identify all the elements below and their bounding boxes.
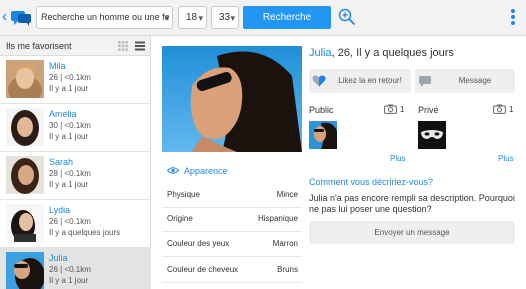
favorite-name: Lydia (49, 205, 71, 215)
profile-name[interactable]: Julia (309, 47, 332, 59)
private-album-label: Privé (418, 105, 439, 115)
overflow-menu-icon[interactable] (510, 9, 516, 27)
private-photo-count: 1 (509, 105, 514, 114)
grid-view-icon[interactable] (118, 41, 128, 51)
search-button[interactable]: Recherche (243, 6, 331, 29)
list-item[interactable]: Amelia 30 | <0.1km Il y a 1 jour (0, 104, 151, 152)
favorite-activity: Il y a 1 jour (49, 84, 89, 93)
attribute-value: Marron (272, 239, 298, 248)
age-min-select[interactable]: 18 ▾ (178, 6, 207, 29)
favorites-header: Ils me favorisent (0, 36, 150, 56)
list-view-icon[interactable] (135, 41, 145, 51)
favorite-details: 28 | <0.1km (49, 169, 91, 178)
camera-icon (493, 104, 506, 114)
attribute-row: Physique Mince (162, 184, 302, 208)
like-back-button[interactable]: Likez la en retour! (309, 69, 411, 93)
more-public-link[interactable]: Plus (390, 154, 406, 163)
attribute-key: Physique (167, 190, 200, 199)
avatar (6, 108, 44, 146)
chevron-down-icon: ▾ (230, 13, 235, 23)
like-back-label: Likez la en retour! (338, 76, 402, 85)
send-message-button[interactable]: Envoyer un message (309, 221, 515, 244)
public-photo-thumbnail[interactable] (309, 121, 337, 149)
list-item-selected[interactable]: Julia 26 | <0.1km Il y a 1 jour (0, 248, 151, 289)
avatar (6, 252, 44, 289)
camera-icon (384, 104, 397, 114)
attribute-value: Mince (276, 190, 298, 199)
favorite-name: Julia (49, 253, 68, 263)
chevron-down-icon: ▾ (164, 13, 169, 23)
private-photo-thumbnail[interactable] (418, 121, 446, 149)
favorite-details: 26 | <0.1km (49, 217, 91, 226)
attribute-value: Hispanique (257, 214, 298, 223)
attribute-key: Couleur des yeux (167, 239, 230, 248)
profile-description: Julia n'a pas encore rempli sa descripti… (309, 193, 515, 214)
eye-icon (167, 167, 179, 174)
age-max-select[interactable]: 33 ▾ (211, 6, 239, 29)
attribute-row: Couleur de cheveux Bruns (162, 259, 302, 283)
appearance-heading: Apparence (184, 166, 228, 176)
message-icon (419, 76, 431, 87)
attribute-key: Couleur de cheveux (167, 265, 239, 274)
favorite-name: Mila (49, 61, 66, 71)
favorite-details: 26 | <0.1km (49, 73, 91, 82)
favorite-details: 30 | <0.1km (49, 121, 91, 130)
advanced-search-icon[interactable] (338, 8, 356, 26)
favorites-panel: Ils me favorisent Mila 26 | <0.1km Il y … (0, 36, 151, 289)
more-private-link[interactable]: Plus (498, 154, 514, 163)
favorite-name: Amelia (49, 109, 77, 119)
age-min-value: 18 (186, 12, 198, 23)
profile-header: Julia, 26, Il y a quelques jours (309, 47, 454, 59)
describe-question: Comment vous décririez-vous? (309, 177, 434, 187)
attribute-row: Origine Hispanique (162, 208, 302, 232)
profile-header-details: , 26, Il y a quelques jours (331, 47, 454, 59)
avatar (6, 204, 44, 242)
attribute-key: Origine (167, 214, 193, 223)
favorites-title: Ils me favorisent (6, 41, 72, 51)
favorite-name: Sarah (49, 157, 74, 167)
avatar (6, 60, 44, 98)
favorite-activity: Il y a 1 jour (49, 180, 89, 189)
age-max-value: 33 (219, 12, 231, 23)
favorite-activity: Il y a 1 jour (49, 132, 89, 141)
public-photo-count: 1 (400, 105, 405, 114)
favorite-details: 26 | <0.1km (49, 265, 91, 274)
message-label: Message (458, 76, 492, 85)
favorite-activity: Il y a quelques jours (49, 228, 121, 237)
attribute-value: Bruns (277, 265, 298, 274)
search-input[interactable]: Recherche un homme ou une fe ▾ (36, 6, 173, 29)
avatar (6, 156, 44, 194)
list-item[interactable]: Mila 26 | <0.1km Il y a 1 jour (0, 56, 151, 104)
favorite-activity: Il y a 1 jour (49, 276, 89, 285)
chevron-down-icon: ▾ (198, 13, 203, 23)
chat-logo-icon[interactable] (10, 8, 32, 28)
message-button[interactable]: Message (415, 69, 515, 93)
profile-photo[interactable] (162, 46, 302, 152)
list-item[interactable]: Sarah 28 | <0.1km Il y a 1 jour (0, 152, 151, 200)
mask-icon (418, 121, 446, 149)
list-item[interactable]: Lydia 26 | <0.1km Il y a quelques jours (0, 200, 151, 248)
public-album-label: Public (309, 105, 334, 115)
attribute-row: Couleur des yeux Marron (162, 233, 302, 257)
search-input-value: Recherche un homme ou une fe (41, 12, 170, 22)
top-bar: ‹ Recherche un homme ou une fe ▾ 18 ▾ 33… (0, 0, 526, 36)
heart-icon (312, 75, 326, 87)
